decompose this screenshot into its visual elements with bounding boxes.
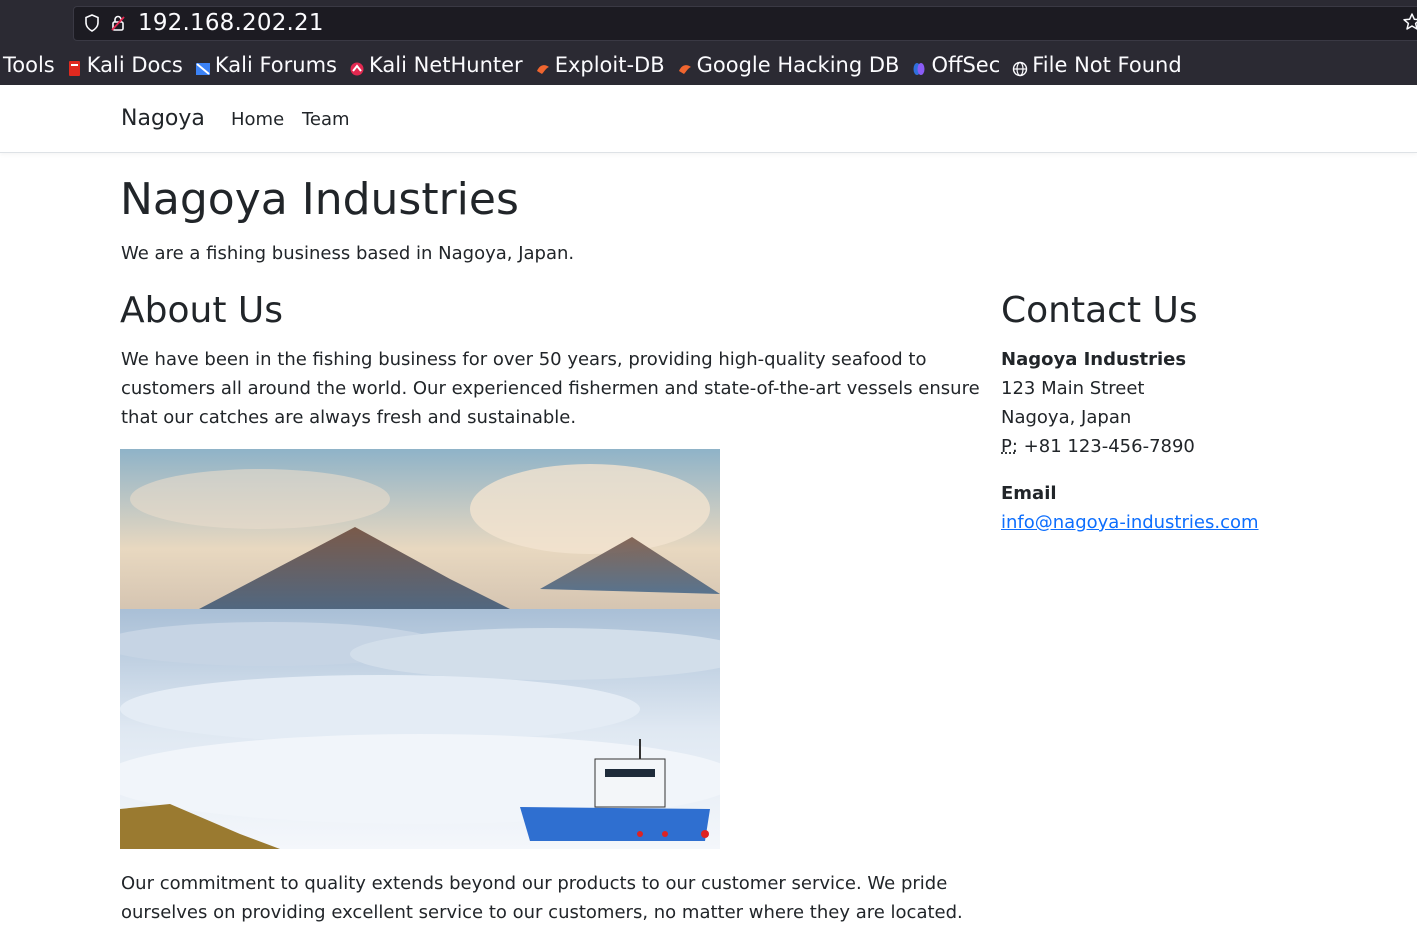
bookmark-label: Exploit-DB <box>554 53 665 77</box>
bookmark-kali-nethunter[interactable]: Kali NetHunter <box>349 53 523 77</box>
lock-insecure-icon[interactable] <box>108 13 128 33</box>
navbar-brand[interactable]: Nagoya <box>121 106 205 131</box>
bookmark-file-not-found[interactable]: File Not Found <box>1012 53 1182 77</box>
bookmark-kali-docs[interactable]: Kali Docs <box>67 53 183 77</box>
email-label: Email <box>1001 483 1057 504</box>
page-subtitle: We are a fishing business based in Nagoy… <box>121 243 575 264</box>
site-navbar: Nagoya Home Team <box>0 85 1417 153</box>
bookmark-label: Kali NetHunter <box>369 53 523 77</box>
nav-link-team[interactable]: Team <box>302 109 350 130</box>
nav-link-home[interactable]: Home <box>231 109 284 130</box>
bookmark-label: Kali Forums <box>214 53 337 77</box>
nethunter-icon <box>349 58 364 75</box>
contact-address: Nagoya Industries 123 Main Street Nagoya… <box>1001 345 1195 461</box>
about-paragraph: We have been in the fishing business for… <box>121 349 980 428</box>
bookmark-kali-forums[interactable]: Kali Forums <box>195 53 337 77</box>
phone-label: P: <box>1001 436 1018 457</box>
bookmark-label: Google Hacking DB <box>696 53 900 77</box>
page-title: Nagoya Industries <box>120 174 519 225</box>
address-bar[interactable]: 192.168.202.21 <box>73 6 1417 41</box>
email-link[interactable]: info@nagoya-industries.com <box>1001 512 1259 533</box>
kali-docs-icon <box>67 58 82 76</box>
bookmark-label: OffSec <box>931 53 1001 77</box>
bookmark-label: Kali Docs <box>86 53 183 77</box>
bookmarks-toolbar: Tools Kali Docs Kali Forums Kali NetHunt… <box>0 48 1417 82</box>
url-text[interactable]: 192.168.202.21 <box>138 10 324 36</box>
contact-city: Nagoya, Japan <box>1001 407 1132 428</box>
contact-heading: Contact Us <box>1001 290 1198 331</box>
bookmark-star-icon[interactable] <box>1402 12 1417 34</box>
about-paragraph-2: Our commitment to quality extends beyond… <box>121 873 963 923</box>
offsec-icon <box>911 58 926 75</box>
mountain-fishing-boat-image <box>120 449 720 849</box>
about-heading: About Us <box>120 290 283 331</box>
exploit-db-icon <box>535 58 550 74</box>
shield-icon[interactable] <box>82 13 102 33</box>
bookmark-offsec[interactable]: OffSec <box>911 53 1000 77</box>
contact-phone-row: P: +81 123-456-7890 <box>1001 432 1195 461</box>
globe-icon <box>1012 58 1028 76</box>
browser-chrome: 192.168.202.21 Tools Kali Docs Kali Foru… <box>0 0 1417 85</box>
ghdb-icon <box>677 58 692 74</box>
bookmark-kali-tools[interactable]: Tools <box>0 53 55 77</box>
bookmark-label: Tools <box>3 53 55 77</box>
bookmark-exploit-db[interactable]: Exploit-DB <box>535 53 665 77</box>
contact-email-block: Email info@nagoya-industries.com <box>1001 479 1259 537</box>
contact-company: Nagoya Industries <box>1001 349 1187 370</box>
kali-forums-icon <box>195 58 210 75</box>
contact-street: 123 Main Street <box>1001 378 1145 399</box>
bookmark-google-hacking-db[interactable]: Google Hacking DB <box>677 53 900 77</box>
contact-phone: +81 123-456-7890 <box>1023 436 1195 457</box>
bookmark-label: File Not Found <box>1032 53 1182 77</box>
